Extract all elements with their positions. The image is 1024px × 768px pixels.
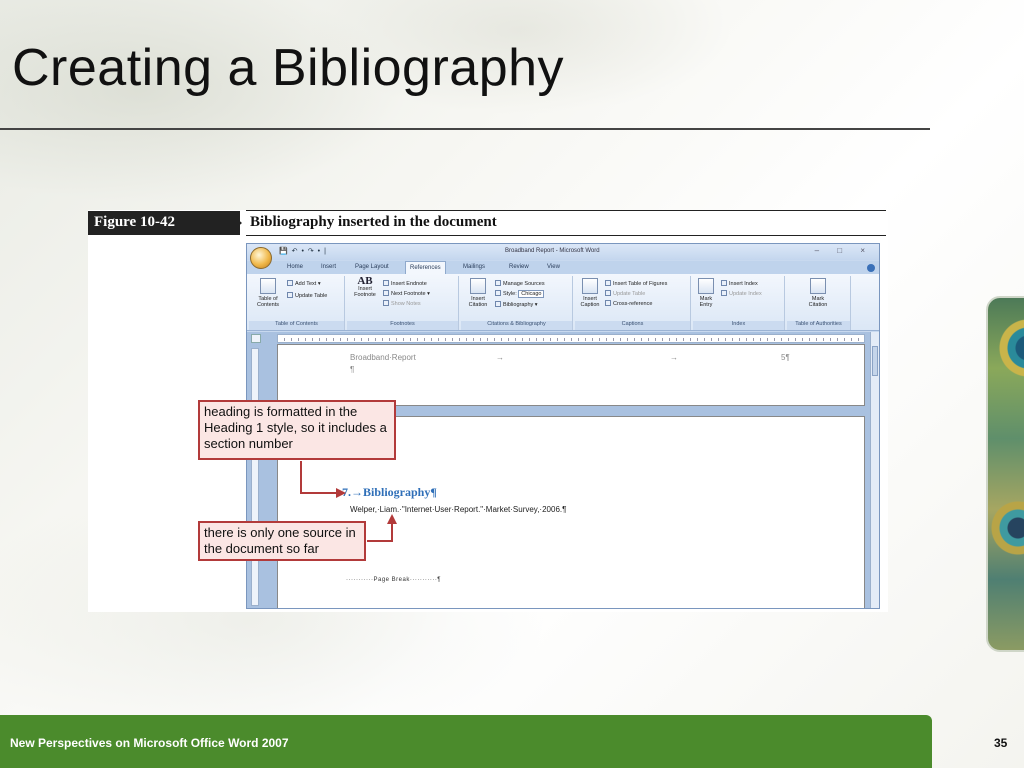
footer-text: New Perspectives on Microsoft Office Wor…: [10, 736, 289, 750]
callout-arrow-heading: [300, 461, 338, 494]
callout-arrows: [300, 461, 397, 542]
slide-number: 35: [994, 736, 1008, 750]
office-button-icon[interactable]: [250, 247, 272, 269]
arrowhead-heading: [336, 488, 346, 498]
arrowhead-source: [387, 514, 397, 524]
callout-arrow-source: [367, 522, 393, 542]
